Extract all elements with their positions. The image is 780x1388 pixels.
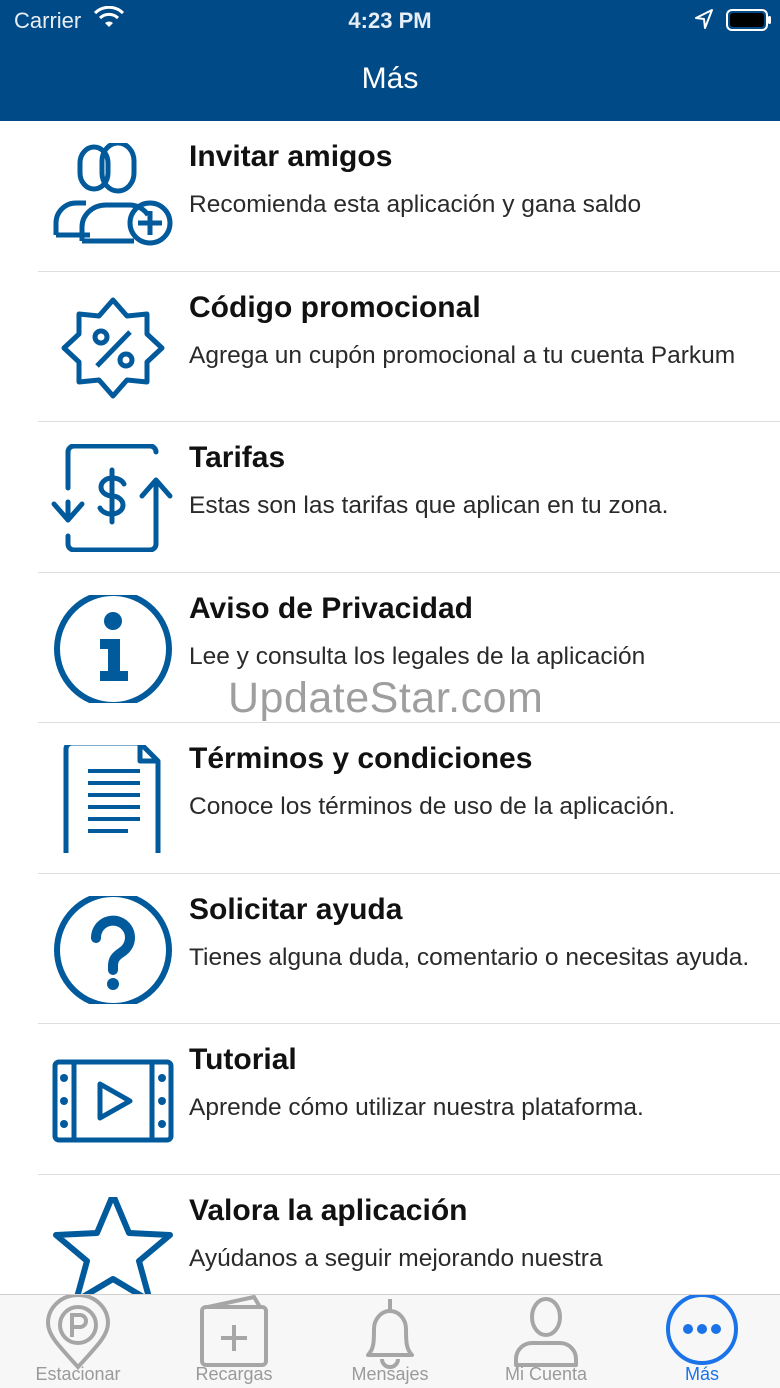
parking-pin-icon <box>45 1295 111 1370</box>
tab-recargas[interactable]: Recargas <box>156 1295 312 1388</box>
more-icon <box>666 1295 738 1365</box>
list-item-invitar-amigos[interactable]: Invitar amigos Recomienda esta aplicació… <box>0 121 780 272</box>
item-subtitle: Lee y consulta los legales de la aplicac… <box>189 642 646 670</box>
bell-icon <box>366 1299 414 1369</box>
watermark: UpdateStar.com <box>228 674 544 722</box>
tab-estacionar[interactable]: Estacionar <box>0 1295 156 1388</box>
item-title: Valora la aplicación <box>189 1193 468 1227</box>
item-title: Invitar amigos <box>189 140 393 173</box>
item-title: Código promocional <box>189 290 481 324</box>
video-icon <box>52 1059 174 1143</box>
list-item-tarifas[interactable]: Tarifas Estas son las tarifas que aplica… <box>0 422 780 573</box>
percent-badge-icon <box>61 297 165 398</box>
tab-mensajes[interactable]: Mensajes <box>312 1295 468 1388</box>
item-subtitle: Agrega un cupón promocional a tu cuenta … <box>189 341 736 369</box>
item-title: Tarifas <box>189 441 286 474</box>
tab-mas[interactable]: Más <box>624 1295 780 1388</box>
item-subtitle: Tienes alguna duda, comentario o necesit… <box>189 943 750 971</box>
tab-label: Mi Cuenta <box>504 1364 588 1384</box>
users-add-icon <box>53 143 173 246</box>
document-icon <box>63 745 161 853</box>
item-title: Solicitar ayuda <box>189 892 403 926</box>
page-title: Más <box>361 62 419 95</box>
tab-label: Recargas <box>195 1364 273 1384</box>
user-icon <box>514 1297 578 1367</box>
info-icon <box>54 594 172 703</box>
tab-bar: Estacionar Recargas Mensajes Mi Cuenta M… <box>0 1294 780 1388</box>
tab-label: Más <box>684 1364 719 1384</box>
status-bar: Carrier 4:23 PM <box>0 0 780 40</box>
battery-icon <box>726 9 771 31</box>
list-item-solicitar-ayuda[interactable]: Solicitar ayuda Tienes alguna duda, come… <box>0 874 780 1024</box>
tab-label: Mensajes <box>351 1364 429 1384</box>
item-subtitle: Ayúdanos a seguir mejorando nuestra <box>189 1244 603 1272</box>
help-icon <box>54 895 172 1004</box>
item-subtitle: Recomienda esta aplicación y gana saldo <box>189 191 642 218</box>
list-item-terminos-y-condiciones[interactable]: Términos y condiciones Conoce los términ… <box>0 723 780 874</box>
item-subtitle: Estas son las tarifas que aplican en tu … <box>189 492 669 519</box>
tab-label: Estacionar <box>35 1364 121 1384</box>
item-title: Aviso de Privacidad <box>189 591 474 625</box>
list-item-tutorial[interactable]: Tutorial Aprende cómo utilizar nuestra p… <box>0 1024 780 1175</box>
tab-mi-cuenta[interactable]: Mi Cuenta <box>468 1295 624 1388</box>
star-icon <box>53 1196 173 1294</box>
item-subtitle: Aprende cómo utilizar nuestra plataforma… <box>189 1094 644 1121</box>
rates-icon <box>51 444 173 552</box>
item-title: Términos y condiciones <box>189 742 533 775</box>
list-item-valora-la-aplicacion[interactable]: Valora la aplicación Ayúdanos a seguir m… <box>0 1175 780 1294</box>
status-time: 4:23 PM <box>348 8 432 33</box>
item-subtitle: Conoce los términos de uso de la aplicac… <box>189 793 676 820</box>
nav-header: Carrier 4:23 PM Más <box>0 0 780 121</box>
list-item-codigo-promocional[interactable]: Código promocional Agrega un cupón promo… <box>0 272 780 422</box>
location-arrow-icon <box>695 9 713 29</box>
item-title: Tutorial <box>189 1043 297 1076</box>
wallet-add-icon <box>200 1295 268 1367</box>
